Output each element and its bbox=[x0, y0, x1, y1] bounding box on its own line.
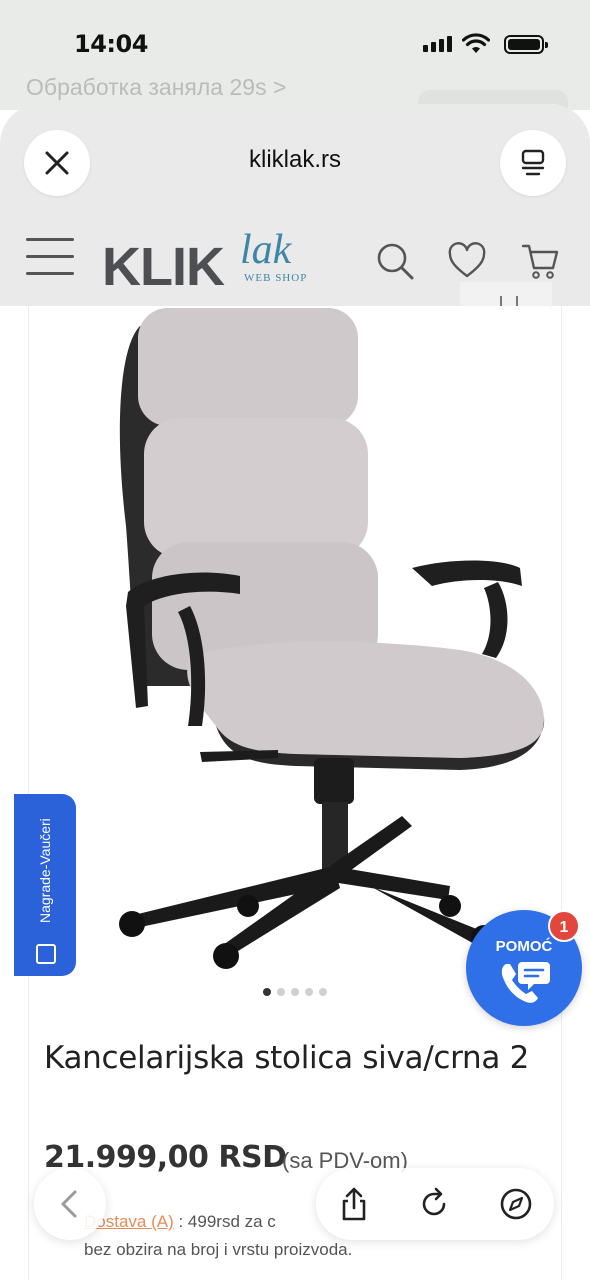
carousel-dot-3[interactable] bbox=[291, 988, 299, 996]
carousel-dot-2[interactable] bbox=[277, 988, 285, 996]
compass-icon[interactable] bbox=[498, 1186, 534, 1222]
rewards-vouchers-tab[interactable]: Nagrade-Vaučeri bbox=[14, 794, 76, 976]
delivery-info: Dostava (A) : 499rsd za c bez obzira na … bbox=[84, 1208, 352, 1264]
carousel-dot-5[interactable] bbox=[319, 988, 327, 996]
delivery-note: bez obzira na broj i vrstu proizvoda. bbox=[84, 1240, 353, 1259]
carousel-dot-4[interactable] bbox=[305, 988, 313, 996]
wifi-icon bbox=[462, 33, 490, 53]
logo-lak: lak bbox=[240, 227, 292, 273]
product-image[interactable] bbox=[40, 306, 550, 976]
browser-sheet: kliklak.rs KLIK lak WEB SHOP Nagrade-Vau… bbox=[0, 104, 590, 1280]
share-icon[interactable] bbox=[336, 1186, 372, 1222]
search-icon[interactable] bbox=[374, 240, 416, 282]
processing-time-text: Обработка заняла 29s > bbox=[26, 74, 287, 100]
back-button[interactable] bbox=[34, 1168, 106, 1240]
status-bar: 14:04 bbox=[0, 0, 590, 70]
delivery-price-text: : 499rsd za c bbox=[178, 1212, 276, 1231]
battery-icon bbox=[504, 35, 548, 54]
cart-icon[interactable] bbox=[520, 240, 560, 282]
page-menu-icon bbox=[521, 149, 545, 176]
phone-chat-icon bbox=[501, 962, 550, 1003]
site-logo[interactable]: KLIK lak WEB SHOP bbox=[102, 227, 338, 297]
browser-actions-bar bbox=[316, 1168, 554, 1240]
page-menu-button[interactable] bbox=[500, 130, 566, 196]
status-time: 14:04 bbox=[74, 30, 148, 58]
chevron-left-icon bbox=[61, 1190, 77, 1218]
rewards-tab-label: Nagrade-Vaučeri bbox=[37, 818, 53, 924]
reload-icon[interactable] bbox=[416, 1186, 452, 1222]
hamburger-menu-button[interactable] bbox=[26, 238, 74, 276]
voucher-icon bbox=[36, 944, 56, 964]
logo-subtitle: WEB SHOP bbox=[244, 272, 308, 284]
carousel-dot-1[interactable] bbox=[263, 988, 271, 996]
help-notification-badge: 1 bbox=[548, 910, 580, 942]
logo-klik: KLIK bbox=[102, 237, 225, 297]
product-title: Kancelarijska stolica siva/crna 2 bbox=[44, 1040, 530, 1076]
office-chair-image bbox=[119, 308, 545, 969]
browser-url-bar: kliklak.rs bbox=[0, 104, 590, 216]
wishlist-heart-icon[interactable] bbox=[446, 240, 488, 282]
cellular-signal-icon bbox=[423, 36, 452, 52]
